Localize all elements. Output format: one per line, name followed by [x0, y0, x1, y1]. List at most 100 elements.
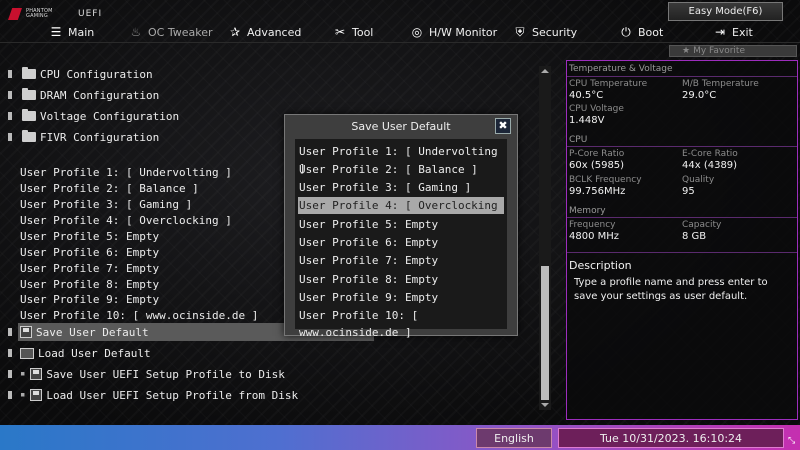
- dialog-profile-8[interactable]: User Profile 8: Empty: [298, 271, 504, 288]
- bclk-frequency-value: 99.756MHz: [569, 186, 626, 197]
- phantom-gaming-logo: PHANTOM GAMING: [8, 8, 60, 20]
- scroll-up-icon[interactable]: [541, 69, 549, 73]
- cpu-voltage-value: 1.448V: [569, 115, 605, 126]
- mb-temp-label: M/B Temperature: [682, 79, 759, 89]
- panel-divider: [567, 146, 797, 147]
- cpu-temp-value: 40.5°C: [569, 90, 604, 101]
- tab-exit[interactable]: ⇥ Exit: [714, 22, 753, 42]
- dots-icon: ▪: [20, 369, 26, 379]
- shield-icon: ⛨: [515, 25, 525, 39]
- folder-icon: [22, 67, 36, 79]
- tabs-divider: [0, 42, 800, 43]
- memory-capacity-label: Capacity: [682, 220, 722, 230]
- my-favorite-button[interactable]: ★ My Favorite: [669, 45, 797, 57]
- dialog-profile-6[interactable]: User Profile 6: Empty: [298, 234, 504, 251]
- tab-oc-tweaker[interactable]: ♨ OC Tweaker: [130, 22, 213, 42]
- panel-divider: [567, 76, 797, 77]
- profile-line: User Profile 9: Empty: [20, 293, 160, 306]
- close-icon[interactable]: ✖: [495, 118, 511, 134]
- dialog-profile-4-selected[interactable]: User Profile 4: [ Overclocking ]: [298, 197, 504, 229]
- tab-main[interactable]: ☰ Main: [50, 22, 95, 42]
- my-favorite-label: My Favorite: [693, 46, 745, 56]
- bullet-icon: [8, 70, 12, 78]
- folder-icon: [22, 109, 36, 121]
- tab-label: Main: [68, 25, 95, 39]
- row-wrap: ▪ Load User UEFI Setup Profile from Disk: [18, 386, 298, 404]
- memory-frequency-label: Frequency: [569, 220, 616, 230]
- language-button[interactable]: English: [476, 428, 552, 448]
- mb-temp-value: 29.0°C: [682, 90, 717, 101]
- dialog-profile-10[interactable]: User Profile 10: [ www.ocinside.de ]: [298, 307, 504, 339]
- folder-icon: [22, 88, 36, 100]
- row-wrap: Load User Default: [18, 344, 151, 362]
- easy-mode-button[interactable]: Easy Mode(F6): [668, 2, 783, 21]
- temp-voltage-title: Temperature & Voltage: [569, 64, 673, 74]
- list-icon: ☰: [50, 25, 62, 39]
- ecore-ratio-value: 44x (4389): [682, 160, 738, 171]
- tab-hw-monitor[interactable]: ◎ H/W Monitor: [411, 22, 497, 42]
- datetime-display[interactable]: Tue 10/31/2023. 16:10:24: [558, 428, 784, 448]
- menu-item-label: Load User Default: [38, 346, 151, 360]
- dots-icon: ▪: [20, 390, 26, 400]
- menu-item-cpu-configuration[interactable]: CPU Configuration: [8, 66, 153, 82]
- dialog-profile-1[interactable]: User Profile 1: [ Undervolting ]: [298, 143, 504, 175]
- memory-section-title: Memory: [569, 206, 606, 216]
- scroll-thumb[interactable]: [541, 266, 549, 400]
- profile-line: User Profile 1: [ Undervolting ]: [20, 166, 232, 179]
- menu-item-label: FIVR Configuration: [40, 130, 160, 144]
- menu-item-load-profile-from-disk[interactable]: ▪ Load User UEFI Setup Profile from Disk: [8, 385, 298, 405]
- cpu-temp-label: CPU Temperature: [569, 79, 648, 89]
- cpu-section-title: CPU: [569, 135, 588, 145]
- exit-icon: ⇥: [714, 25, 726, 39]
- uefi-label: UEFI: [78, 9, 103, 19]
- folder-icon: [22, 130, 36, 142]
- profile-line: User Profile 2: [ Balance ]: [20, 182, 199, 195]
- row-wrap: ▪ Save User UEFI Setup Profile to Disk: [18, 365, 285, 383]
- scroll-down-icon[interactable]: [541, 403, 549, 407]
- tab-boot[interactable]: ⏻ Boot: [620, 22, 663, 42]
- profile-line: User Profile 5: Empty: [20, 230, 160, 243]
- power-icon: ⏻: [621, 25, 631, 39]
- dialog-profile-9[interactable]: User Profile 9: Empty: [298, 289, 504, 306]
- menu-item-load-user-default[interactable]: Load User Default: [8, 343, 151, 363]
- dialog-profile-3[interactable]: User Profile 3: [ Gaming ]: [298, 179, 504, 196]
- load-disk-icon: [30, 389, 43, 401]
- tab-label: H/W Monitor: [429, 25, 498, 39]
- dialog-profile-7[interactable]: User Profile 7: Empty: [298, 252, 504, 269]
- resize-arrow-icon: ⤡: [788, 436, 796, 446]
- menu-item-voltage-configuration[interactable]: Voltage Configuration: [8, 108, 179, 124]
- star-icon: ✰: [229, 25, 241, 39]
- profile-line: User Profile 6: Empty: [20, 246, 160, 259]
- tab-label: Boot: [638, 25, 664, 39]
- menu-item-label: Load User UEFI Setup Profile from Disk: [46, 388, 299, 402]
- menu-item-fivr-configuration[interactable]: FIVR Configuration: [8, 129, 159, 145]
- ecore-ratio-label: E-Core Ratio: [682, 149, 738, 159]
- profile-line: User Profile 4: [ Overclocking ]: [20, 214, 232, 227]
- menu-scrollbar[interactable]: [539, 66, 551, 410]
- description-title: Description: [569, 259, 632, 272]
- tab-security[interactable]: ⛨ Security: [514, 22, 577, 42]
- save-disk-icon: [20, 326, 32, 338]
- bclk-frequency-label: BCLK Frequency: [569, 175, 642, 185]
- tab-advanced[interactable]: ✰ Advanced: [229, 22, 301, 42]
- profile-line: User Profile 7: Empty: [20, 262, 160, 275]
- menu-item-dram-configuration[interactable]: DRAM Configuration: [8, 87, 159, 103]
- star-icon: ★: [682, 46, 691, 56]
- tab-tool[interactable]: ✂ Tool: [334, 22, 373, 42]
- description-text: Type a profile name and press enter to s…: [574, 277, 768, 302]
- bullet-icon: [8, 112, 12, 120]
- menu-item-label: DRAM Configuration: [40, 88, 160, 102]
- tools-icon: ✂: [334, 25, 346, 39]
- pcore-ratio-value: 60x (5985): [569, 160, 625, 171]
- dialog-profile-5[interactable]: User Profile 5: Empty: [298, 216, 504, 233]
- quality-value: 95: [682, 186, 695, 197]
- bullet-icon: [8, 328, 12, 336]
- dialog-profile-2[interactable]: User Profile 2: [ Balance ]: [298, 161, 504, 178]
- save-disk-icon: [30, 368, 43, 380]
- menu-item-label: Save User Default: [36, 325, 149, 339]
- tab-label: Advanced: [247, 25, 302, 39]
- book-icon: [20, 347, 34, 359]
- menu-item-save-profile-to-disk[interactable]: ▪ Save User UEFI Setup Profile to Disk: [8, 364, 285, 384]
- cpu-voltage-label: CPU Voltage: [569, 104, 624, 114]
- bullet-icon: [8, 349, 12, 357]
